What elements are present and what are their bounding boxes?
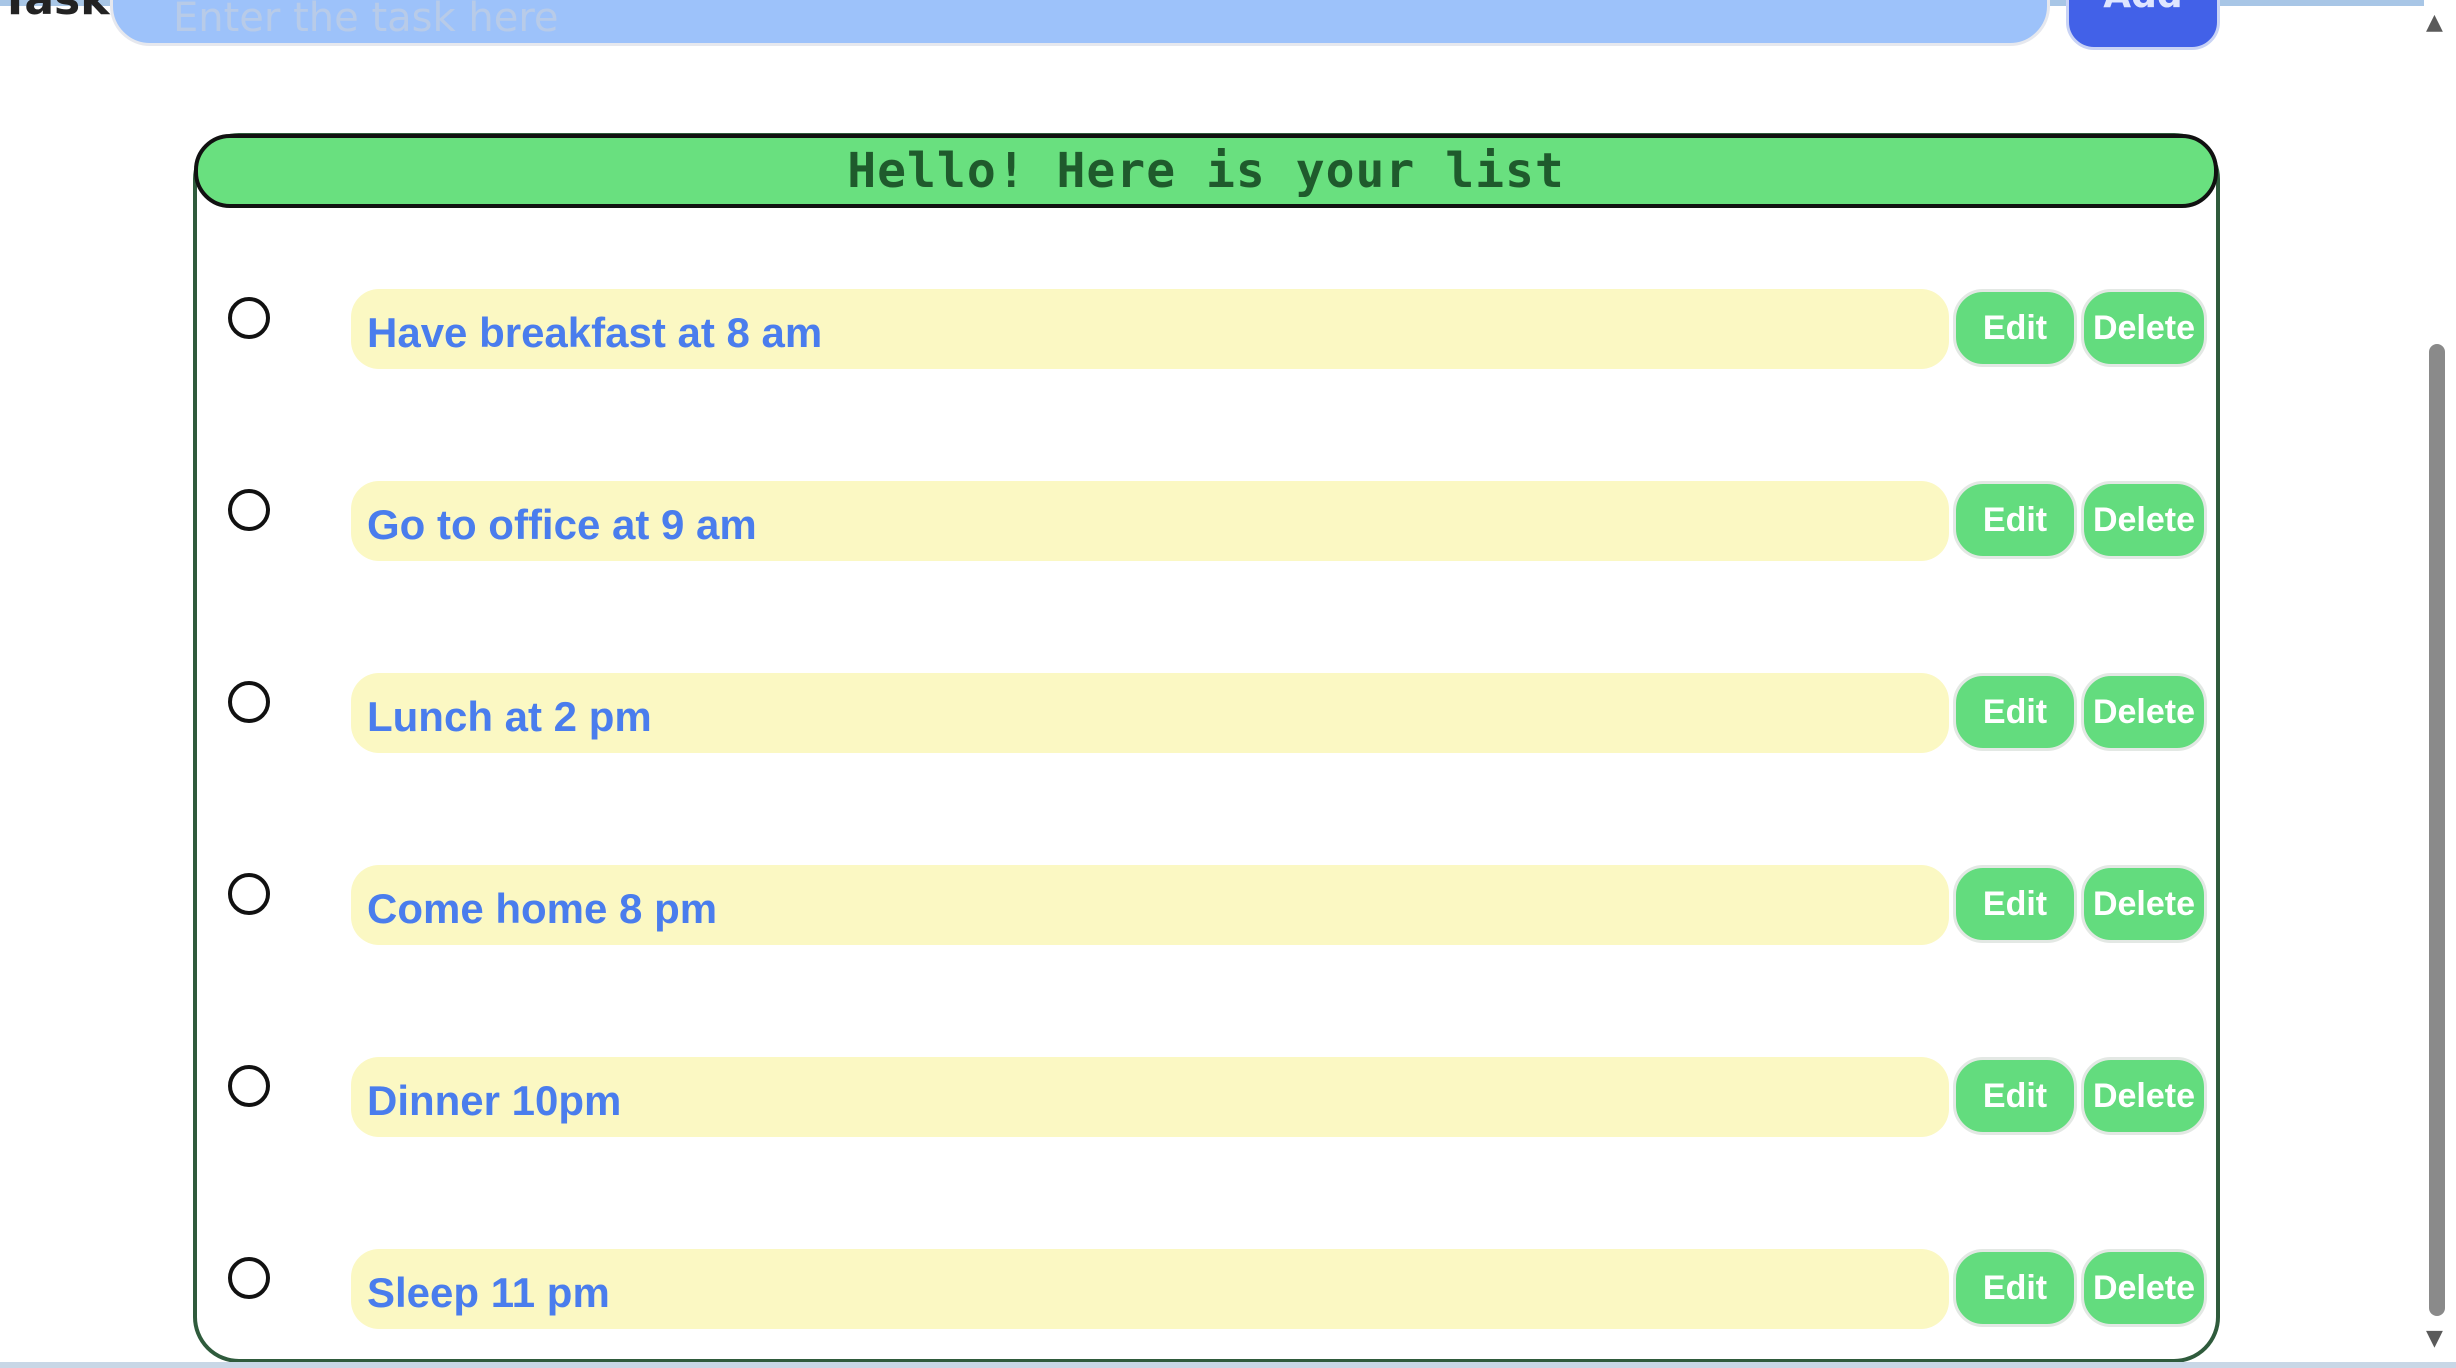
complete-radio[interactable] bbox=[228, 1257, 270, 1299]
edit-button[interactable]: Edit bbox=[1953, 289, 2077, 367]
list-item: Sleep 11 pm Edit Delete bbox=[0, 1249, 2456, 1333]
complete-radio[interactable] bbox=[228, 297, 270, 339]
task-text: Lunch at 2 pm bbox=[351, 673, 1949, 753]
task-text: Come home 8 pm bbox=[351, 865, 1949, 945]
delete-button[interactable]: Delete bbox=[2081, 289, 2207, 367]
add-task-button[interactable]: Add bbox=[2066, 0, 2220, 50]
edit-button[interactable]: Edit bbox=[1953, 1057, 2077, 1135]
delete-button[interactable]: Delete bbox=[2081, 481, 2207, 559]
scrollbar-thumb[interactable] bbox=[2429, 344, 2445, 1316]
bottom-border bbox=[0, 1362, 2456, 1368]
scroll-down-arrow-icon[interactable]: ▼ bbox=[2426, 1326, 2443, 1351]
complete-radio[interactable] bbox=[228, 873, 270, 915]
edit-button[interactable]: Edit bbox=[1953, 1249, 2077, 1327]
task-text: Go to office at 9 am bbox=[351, 481, 1949, 561]
edit-button[interactable]: Edit bbox=[1953, 481, 2077, 559]
list-item: Lunch at 2 pm Edit Delete bbox=[0, 673, 2456, 757]
delete-button[interactable]: Delete bbox=[2081, 1057, 2207, 1135]
task-text: Sleep 11 pm bbox=[351, 1249, 1949, 1329]
delete-button[interactable]: Delete bbox=[2081, 673, 2207, 751]
complete-radio[interactable] bbox=[228, 1065, 270, 1107]
list-header: Hello! Here is your list bbox=[194, 134, 2218, 208]
task-text: Dinner 10pm bbox=[351, 1057, 1949, 1137]
list-item: Have breakfast at 8 am Edit Delete bbox=[0, 289, 2456, 373]
complete-radio[interactable] bbox=[228, 489, 270, 531]
delete-button[interactable]: Delete bbox=[2081, 865, 2207, 943]
edit-button[interactable]: Edit bbox=[1953, 865, 2077, 943]
delete-button[interactable]: Delete bbox=[2081, 1249, 2207, 1327]
task-input[interactable]: Enter the task here bbox=[110, 0, 2050, 46]
edit-button[interactable]: Edit bbox=[1953, 673, 2077, 751]
complete-radio[interactable] bbox=[228, 681, 270, 723]
scroll-up-arrow-icon[interactable]: ▲ bbox=[2426, 10, 2443, 35]
page-viewport: Task Enter the task here Add Hello! Here… bbox=[0, 0, 2456, 1368]
task-input-label: Task bbox=[0, 0, 109, 25]
task-input-placeholder: Enter the task here bbox=[173, 0, 559, 41]
list-item: Go to office at 9 am Edit Delete bbox=[0, 481, 2456, 565]
task-text: Have breakfast at 8 am bbox=[351, 289, 1949, 369]
list-item: Dinner 10pm Edit Delete bbox=[0, 1057, 2456, 1141]
list-item: Come home 8 pm Edit Delete bbox=[0, 865, 2456, 949]
list-header-title: Hello! Here is your list bbox=[847, 143, 1565, 199]
